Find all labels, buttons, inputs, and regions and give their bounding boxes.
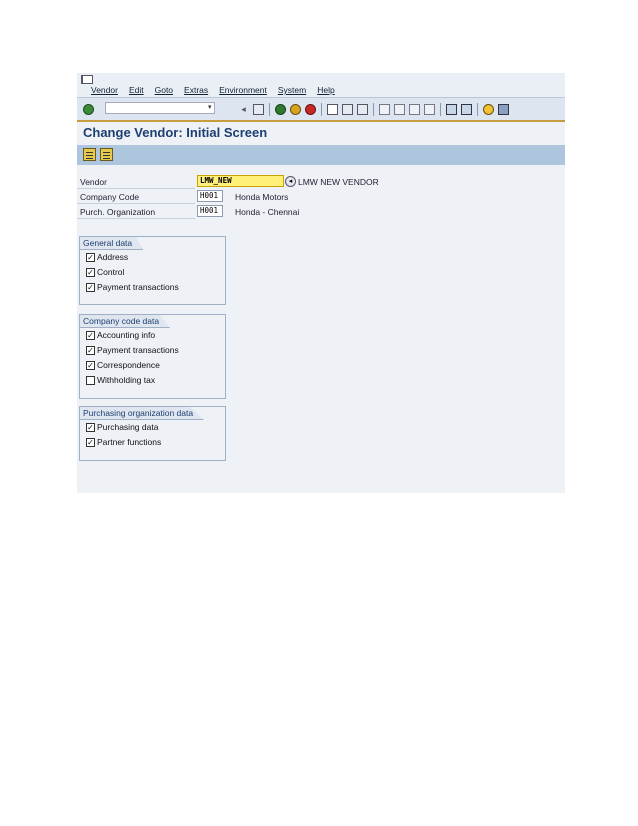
group-title: Purchasing organization data xyxy=(79,406,205,420)
company-code-input[interactable]: H001 xyxy=(197,190,223,202)
checkbox-label: Purchasing data xyxy=(97,422,159,432)
vendor-list-icon[interactable] xyxy=(83,148,96,161)
command-dropdown-icon[interactable]: ▾ xyxy=(208,103,216,112)
checkbox-label: Accounting info xyxy=(97,330,156,340)
checkbox-row[interactable]: ✓ Payment transactions xyxy=(86,345,179,355)
checkbox[interactable]: ✓ xyxy=(86,345,95,355)
checkbox-row[interactable]: ✓ Control xyxy=(86,267,124,277)
next-page-icon[interactable] xyxy=(409,103,420,115)
company-code-label: Company Code xyxy=(80,192,140,202)
menu-extras[interactable]: Extras xyxy=(184,85,208,95)
previous-page-icon[interactable] xyxy=(394,103,405,115)
vendor-label: Vendor xyxy=(80,177,107,187)
menu-vendor[interactable]: Vendor xyxy=(91,85,118,95)
checkbox[interactable]: ✓ xyxy=(86,282,95,292)
checkbox-label: Address xyxy=(97,252,129,262)
new-session-icon[interactable] xyxy=(446,103,457,115)
checkbox-label: Partner functions xyxy=(97,437,162,447)
checkbox[interactable]: ✓ xyxy=(86,252,95,262)
standard-toolbar: ▾ ◂ xyxy=(77,97,565,122)
group-title: General data xyxy=(79,236,144,250)
checkbox-label: Correspondence xyxy=(97,360,160,370)
help-icon[interactable] xyxy=(483,103,494,115)
nav-back-icon[interactable]: ◂ xyxy=(238,104,249,115)
print-icon[interactable] xyxy=(327,103,338,115)
checkbox-row[interactable]: Withholding tax xyxy=(86,375,155,385)
menu-environment[interactable]: Environment xyxy=(219,85,267,95)
cancel-icon[interactable] xyxy=(305,103,316,115)
checkbox-row[interactable]: ✓ Correspondence xyxy=(86,360,160,370)
purch-org-label: Purch. Organization xyxy=(80,207,156,217)
back-icon[interactable] xyxy=(275,103,286,115)
first-page-icon[interactable] xyxy=(379,103,390,115)
page-title: Change Vendor: Initial Screen xyxy=(83,125,268,140)
vendor-input[interactable]: LMW_NEW xyxy=(197,175,284,187)
checkbox[interactable]: ✓ xyxy=(86,267,95,277)
checkbox-label: Control xyxy=(97,267,125,277)
checkbox-row[interactable]: ✓ Purchasing data xyxy=(86,422,158,432)
checkbox-label: Withholding tax xyxy=(97,375,156,385)
last-page-icon[interactable] xyxy=(424,103,435,115)
sap-window: Vendor Edit Goto Extras Environment Syst… xyxy=(77,73,565,493)
company-code-data-group: Company code data ✓ Accounting info ✓ Pa… xyxy=(79,314,226,399)
vendor-description: LMW NEW VENDOR xyxy=(298,177,379,187)
checkbox-row[interactable]: ✓ Address xyxy=(86,252,128,262)
divider xyxy=(77,188,195,189)
find-next-icon[interactable] xyxy=(357,103,368,115)
menu-goto[interactable]: Goto xyxy=(155,85,173,95)
command-field[interactable] xyxy=(105,102,215,114)
find-icon[interactable] xyxy=(342,103,353,115)
checkbox-label: Payment transactions xyxy=(97,345,179,355)
exit-icon[interactable] xyxy=(290,103,301,115)
checkbox-row[interactable]: ✓ Payment transactions xyxy=(86,282,179,292)
divider xyxy=(77,218,195,219)
checkbox[interactable]: ✓ xyxy=(86,330,95,340)
group-title: Company code data xyxy=(79,314,171,328)
company-code-description: Honda Motors xyxy=(235,192,289,202)
checkbox-label: Payment transactions xyxy=(97,282,179,292)
document-overview-icon[interactable] xyxy=(100,148,113,161)
checkbox-row[interactable]: ✓ Accounting info xyxy=(86,330,155,340)
checkbox[interactable]: ✓ xyxy=(86,360,95,370)
divider xyxy=(77,203,195,204)
checkbox[interactable] xyxy=(86,375,95,385)
purch-org-description: Honda - Chennai xyxy=(235,207,300,217)
application-toolbar xyxy=(77,145,565,165)
layout-menu-icon[interactable] xyxy=(498,103,509,115)
menu-system[interactable]: System xyxy=(278,85,306,95)
purchasing-org-data-group: Purchasing organization data ✓ Purchasin… xyxy=(79,406,226,461)
enter-icon[interactable] xyxy=(83,103,94,115)
general-data-group: General data ✓ Address ✓ Control ✓ Payme… xyxy=(79,236,226,305)
save-icon[interactable] xyxy=(253,103,264,115)
menu-help[interactable]: Help xyxy=(317,85,334,95)
menu-bar: Vendor Edit Goto Extras Environment Syst… xyxy=(77,73,565,97)
menu-icon[interactable] xyxy=(81,75,93,84)
shortcut-icon[interactable] xyxy=(461,103,472,115)
purch-org-input[interactable]: H001 xyxy=(197,205,223,217)
checkbox[interactable]: ✓ xyxy=(86,422,95,432)
checkbox[interactable]: ✓ xyxy=(86,437,95,447)
search-help-icon[interactable]: ◂ xyxy=(285,176,296,187)
checkbox-row[interactable]: ✓ Partner functions xyxy=(86,437,161,447)
menu-edit[interactable]: Edit xyxy=(129,85,144,95)
